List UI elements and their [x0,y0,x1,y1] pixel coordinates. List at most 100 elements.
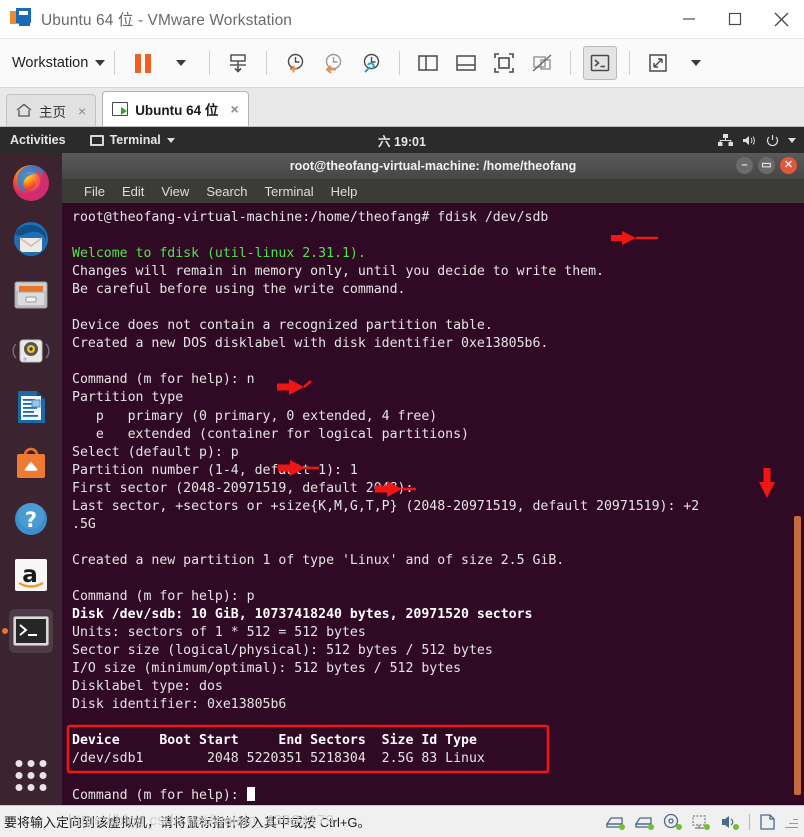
volume-icon [743,135,755,145]
tab-home[interactable]: 主页 × [6,94,97,126]
amazon-icon: a [15,559,47,591]
rhythmbox-icon [12,339,50,363]
menu-edit[interactable]: Edit [122,184,144,199]
pause-icon [135,53,152,73]
workstation-menu[interactable]: Workstation [12,55,106,71]
chevron-down-icon[interactable] [788,137,796,143]
snapshot-revert-icon [325,53,342,74]
clock[interactable]: 六 19:01 [0,131,804,150]
snapshot-manager-icon [364,53,380,73]
suspend-button[interactable] [127,47,159,79]
vmware-logo-icon [10,8,32,30]
home-icon [16,103,32,118]
dock-item-firefox[interactable] [9,161,53,205]
vm-running-icon [112,102,129,116]
status-separator [749,813,750,830]
tab-close-icon[interactable]: × [230,101,238,117]
toolbar-separator [399,51,401,75]
menu-file[interactable]: File [84,184,105,199]
stretch-icon [649,54,668,72]
sound-card-icon[interactable] [720,813,740,831]
show-thumbnail-button[interactable] [450,47,482,79]
dock-item-ubuntu-software[interactable] [9,441,53,485]
terminal-close-button[interactable]: ✕ [780,157,797,174]
unity-mode-button[interactable] [526,47,558,79]
hard-disk-2-icon[interactable] [634,813,654,831]
ubuntu-software-icon [17,447,45,478]
vmware-status-bar: 要将输入定向到该虚拟机，请将鼠标指针移入其中或按 Ctrl+G。 https:/… [0,805,804,837]
dock-item-files[interactable] [9,273,53,317]
network-icon [718,133,733,146]
dock-item-amazon[interactable]: a [9,553,53,597]
guest-screen[interactable]: Activities Terminal 六 19:01 ? a root@the… [0,127,804,805]
console-view-button[interactable] [583,46,618,80]
hard-disk-1-icon[interactable] [605,813,625,831]
network-adapter-icon[interactable] [691,813,711,831]
tab-ubuntu-64[interactable]: Ubuntu 64 位 × [102,91,249,126]
power-on-button[interactable] [222,47,254,79]
vmware-workstation-window: Ubuntu 64 位 - VMware Workstation Worksta… [0,0,804,837]
menu-view[interactable]: View [161,184,189,199]
stretch-button[interactable] [642,47,674,79]
terminal-text: root@theofang-virtual-machine:/home/theo… [72,210,700,803]
terminal-maximize-button[interactable]: ▭ [758,157,775,174]
svg-text:a: a [22,562,38,588]
menu-terminal[interactable]: Terminal [265,184,314,199]
terminal-output-area[interactable]: root@theofang-virtual-machine:/home/theo… [62,203,804,805]
toolbar-separator [266,51,268,75]
show-applications-button[interactable] [15,760,47,791]
snapshot-take-button[interactable] [279,47,311,79]
snapshot-add-icon [288,53,304,73]
maximize-button[interactable] [712,0,758,38]
menu-search[interactable]: Search [206,184,247,199]
terminal-scrollbar[interactable] [792,269,801,795]
files-icon [14,281,48,309]
full-screen-button[interactable] [488,47,520,79]
snapshot-revert-button[interactable] [317,47,349,79]
system-tray[interactable] [718,133,796,147]
panel-bottom-icon [456,55,477,71]
window-title-bar: Ubuntu 64 位 - VMware Workstation [0,0,804,39]
cd-dvd-icon[interactable] [663,813,682,831]
terminal-window: root@theofang-virtual-machine: /home/the… [62,153,804,805]
chevron-down-icon [691,60,702,66]
svg-text:?: ? [25,508,37,532]
firefox-icon [13,165,49,201]
snapshot-manager-button[interactable] [355,47,387,79]
panel-left-icon [418,55,439,71]
printer-icon[interactable] [759,813,776,831]
workstation-menu-label: Workstation [12,55,89,71]
vm-tab-bar: 主页 × Ubuntu 64 位 × [0,88,804,127]
watermark: https://blog.csdn.net/weixin_43994179 [68,812,335,829]
dock-item-thunderbird[interactable] [9,217,53,261]
minimize-button[interactable] [666,0,712,38]
chevron-down-icon [176,60,187,66]
menu-help[interactable]: Help [331,184,358,199]
terminal-title-bar: root@theofang-virtual-machine: /home/the… [62,153,804,179]
terminal-minimize-button[interactable]: – [736,157,753,174]
dock-item-terminal[interactable] [2,609,53,653]
stretch-dropdown[interactable] [680,47,712,79]
terminal-title: root@theofang-virtual-machine: /home/the… [289,159,577,173]
chevron-down-icon [95,60,106,66]
fullscreen-icon [494,53,515,73]
terminal-icon [13,616,49,646]
dock-item-rhythmbox[interactable] [9,329,53,373]
ubuntu-dock: ? a [0,153,62,805]
terminal-menu-bar: File Edit View Search Terminal Help [62,179,804,203]
close-button[interactable] [758,0,804,38]
tab-close-icon[interactable]: × [78,103,86,119]
show-library-button[interactable] [412,47,444,79]
terminal-scrollbar-thumb[interactable] [794,516,801,795]
vmware-toolbar: Workstation [0,39,804,88]
window-title: Ubuntu 64 位 - VMware Workstation [41,12,293,29]
dock-item-libreoffice-writer[interactable] [9,385,53,429]
toolbar-separator [209,51,211,75]
dock-item-help[interactable]: ? [9,497,53,541]
help-icon: ? [15,503,47,535]
suspend-dropdown[interactable] [165,47,197,79]
libreoffice-writer-icon [18,391,45,423]
thunderbird-icon [14,222,48,256]
gnome-top-bar: Activities Terminal 六 19:01 [0,127,804,153]
window-resize-grip[interactable] [785,815,798,828]
